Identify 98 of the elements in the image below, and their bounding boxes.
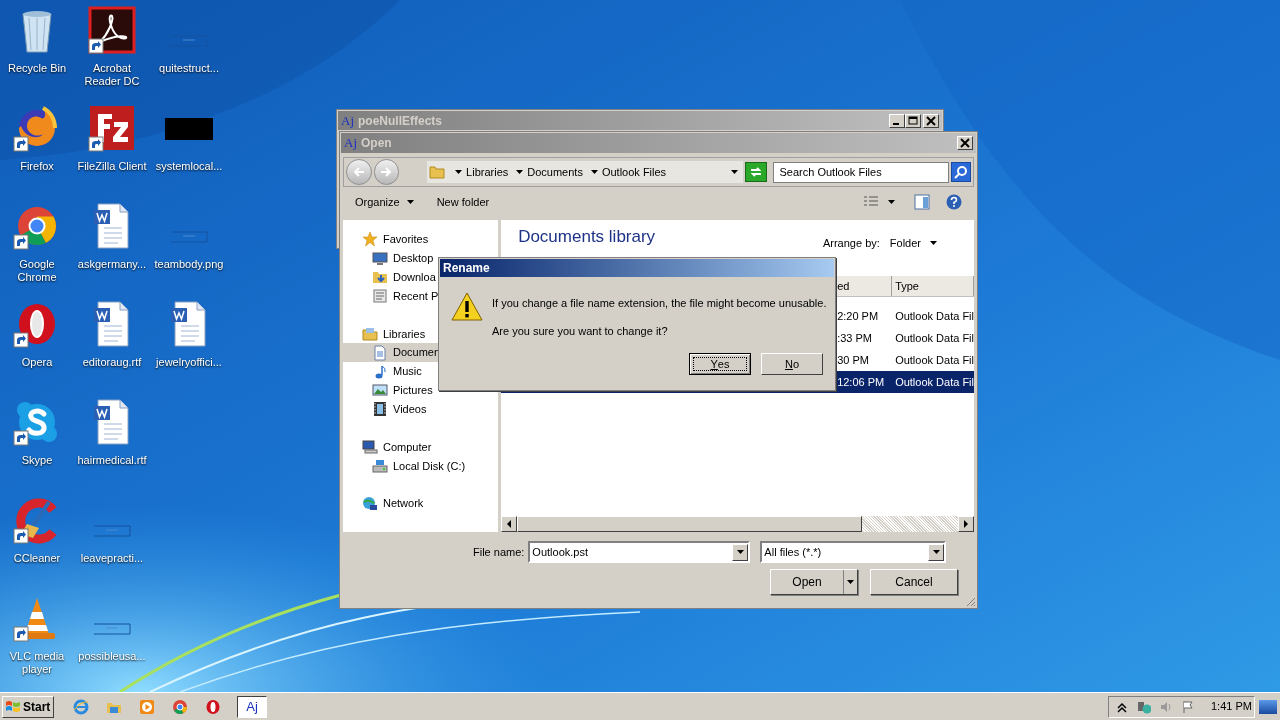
search-field[interactable]: Search Outlook Files: [772, 161, 950, 183]
caret-icon: [454, 169, 464, 175]
caret-icon: [589, 169, 599, 175]
icon-label: VLC media player: [8, 650, 66, 676]
breadcrumb-item[interactable]: Outlook Files: [601, 163, 667, 181]
window-title: Rename: [443, 260, 490, 277]
icon-label: Recycle Bin: [6, 62, 68, 75]
icon-label: Google Chrome: [16, 258, 58, 284]
ring-logo-icon[interactable]: [204, 697, 222, 716]
nav-item[interactable]: Local Disk (C:): [343, 456, 499, 476]
icon-label: Skype: [20, 454, 54, 467]
icon-label: FileZilla Client: [76, 160, 148, 173]
app-icon: Aj: [344, 133, 357, 153]
taskbar-button[interactable]: Aj: [237, 695, 267, 718]
arrow-right-icon: [379, 165, 394, 179]
caret-icon: [735, 549, 745, 555]
maximize-icon[interactable]: [905, 113, 921, 128]
caret-icon: [887, 199, 896, 205]
window-title: poeNullEffects: [358, 112, 443, 130]
nav-item[interactable]: Network: [343, 494, 499, 514]
star-icon: [362, 231, 378, 248]
back-button[interactable]: [346, 159, 372, 185]
nav-item[interactable]: Favorites: [343, 230, 499, 249]
minimize-icon[interactable]: [889, 113, 905, 128]
toolbar-button[interactable]: New folder: [436, 193, 490, 211]
breadcrumb-item[interactable]: Documents: [527, 163, 583, 181]
caret-icon: [931, 549, 941, 555]
globe-network-icon: [362, 495, 378, 512]
film-strip-icon: [372, 401, 388, 418]
icon-label: askgermany...: [76, 258, 148, 271]
flag-icon[interactable]: [1181, 699, 1195, 714]
show-desktop-button[interactable]: [1259, 699, 1277, 714]
app-icon: Aj: [341, 110, 354, 131]
icon-label: Firefox: [19, 160, 55, 173]
drive-icon: [372, 457, 388, 474]
column-header[interactable]: Type: [892, 276, 974, 296]
icon-label: hairmedical.rtf: [76, 454, 148, 467]
window-title: Open: [361, 135, 393, 152]
pdf-icon[interactable]: [88, 6, 136, 54]
library-title: Documents library: [518, 226, 657, 248]
tile-icon[interactable]: [88, 104, 136, 152]
arrange-label: Arrange by:: [822, 235, 880, 251]
network-icon[interactable]: [1137, 699, 1151, 714]
dialog-button[interactable]: Cancel: [870, 569, 958, 595]
caret-icon: [846, 579, 855, 585]
file-type-dropdown[interactable]: All files (*.*): [760, 541, 947, 563]
forward-button[interactable]: [373, 159, 400, 185]
document-icon: [372, 344, 388, 361]
folder-download-icon: [372, 269, 388, 286]
icon-label: quitestruct...: [158, 62, 220, 75]
clock: 1:41 PM: [1211, 699, 1252, 715]
nav-item[interactable]: Computer: [343, 437, 499, 457]
icon-label: possibleusa...: [77, 650, 147, 663]
list-icon: [372, 288, 388, 305]
caret-icon: [929, 240, 938, 246]
address-bar[interactable]: Libraries Documents Outlook Files: [427, 161, 743, 183]
close-icon[interactable]: [957, 136, 973, 150]
arrange-dropdown[interactable]: Folder: [889, 234, 938, 252]
file-name-field[interactable]: Outlook.pst: [528, 541, 751, 563]
landscape-icon: [372, 382, 388, 399]
preview-pane-icon[interactable]: [914, 194, 930, 210]
dialog-message: If you change a file name extension, the file might become unusable.: [492, 296, 827, 311]
icon-label: systemlocal...: [154, 160, 224, 173]
windows-logo-icon: [5, 698, 21, 715]
breadcrumb-item[interactable]: Libraries: [466, 163, 509, 181]
close-icon[interactable]: [923, 113, 939, 128]
dialog-button[interactable]: Open: [770, 569, 858, 595]
dialog-button[interactable]: Yes: [689, 353, 751, 375]
dialog-message: Are you sure you want to change it?: [492, 323, 669, 339]
circle-logo-icon[interactable]: [171, 697, 189, 716]
icon-label: Opera: [20, 356, 54, 369]
icon-label: leavepracti...: [79, 552, 145, 565]
field-label: File name:: [473, 544, 525, 560]
help-icon[interactable]: [946, 194, 962, 210]
scroll-right-icon[interactable]: [963, 520, 969, 528]
scroll-left-icon[interactable]: [506, 520, 513, 528]
caret-icon: [405, 199, 415, 205]
nav-item[interactable]: Videos: [343, 399, 499, 419]
toolbar-button[interactable]: Organize: [355, 193, 415, 211]
icon-label: Acrobat Reader DC: [83, 62, 141, 88]
refresh-icon[interactable]: [744, 162, 767, 182]
folder-icon: [429, 164, 446, 180]
resize-grip-icon[interactable]: [964, 595, 976, 607]
icon-label: jewelryoffici...: [154, 356, 223, 369]
horizontal-scrollbar[interactable]: [501, 516, 974, 532]
icon-label: editoraug.rtf: [81, 356, 143, 369]
icon-label: teambody.png: [153, 258, 225, 271]
folder-icon: [362, 325, 378, 342]
dialog-button[interactable]: No: [761, 353, 823, 375]
caret-icon: [515, 169, 525, 175]
computer-icon: [362, 439, 378, 456]
warning-icon: [451, 292, 483, 322]
arrow-left-icon: [351, 165, 366, 179]
icon-label: CCleaner: [12, 552, 62, 565]
monitor-icon: [372, 250, 388, 267]
search-icon[interactable]: [951, 162, 971, 182]
caret-icon: [729, 169, 739, 175]
start-button[interactable]: Start: [2, 695, 54, 718]
